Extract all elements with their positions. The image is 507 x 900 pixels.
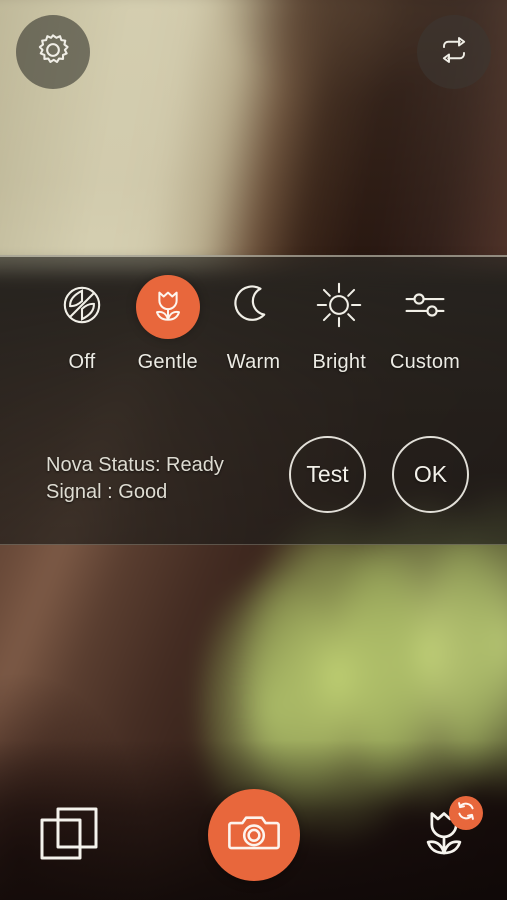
flash-mode-off[interactable]: Off bbox=[40, 275, 124, 374]
flash-mode-quick-button[interactable] bbox=[413, 796, 485, 868]
bottom-bar bbox=[0, 770, 507, 900]
gear-icon bbox=[34, 31, 72, 74]
flash-mode-off-icon-wrap bbox=[50, 275, 114, 339]
flash-mode-off-label: Off bbox=[68, 351, 96, 373]
tulip-icon bbox=[146, 283, 190, 332]
nova-status-line: Nova Status: Ready bbox=[46, 454, 224, 476]
device-status-text: Nova Status: Ready Signal : Good bbox=[46, 452, 224, 506]
flash-mode-warm-icon-wrap bbox=[222, 275, 286, 339]
sun-icon bbox=[313, 279, 365, 336]
flash-mode-custom-icon-wrap bbox=[393, 275, 457, 339]
flash-mode-gentle-label: Gentle bbox=[137, 351, 198, 373]
shutter-button[interactable] bbox=[207, 789, 300, 881]
flash-mode-warm-label: Warm bbox=[226, 351, 281, 373]
signal-status-line: Signal : Good bbox=[46, 481, 168, 503]
flash-mode-bright[interactable]: Bright bbox=[297, 275, 381, 374]
tulip-icon bbox=[413, 812, 475, 866]
moon-icon bbox=[229, 280, 279, 335]
refresh-icon bbox=[454, 799, 478, 828]
camera-app-screen: Off Gentle Warm Bright Custom Nova Statu… bbox=[0, 0, 507, 900]
flash-mode-gentle[interactable]: Gentle bbox=[126, 275, 210, 374]
flash-mode-custom[interactable]: Custom bbox=[383, 275, 467, 374]
top-bar bbox=[0, 0, 507, 104]
gallery-button[interactable] bbox=[38, 804, 100, 862]
settings-button[interactable] bbox=[16, 15, 90, 89]
flash-mode-bright-label: Bright bbox=[312, 351, 366, 373]
switch-camera-icon bbox=[434, 30, 474, 75]
flash-settings-panel: Off Gentle Warm Bright Custom Nova Statu… bbox=[0, 255, 507, 545]
flash-mode-gentle-icon-wrap bbox=[135, 275, 200, 339]
no-flash-icon bbox=[57, 280, 107, 335]
camera-icon bbox=[226, 805, 282, 866]
flash-mode-bright-icon-wrap bbox=[307, 275, 371, 339]
flash-refresh-badge[interactable] bbox=[449, 796, 483, 830]
photos-stack-icon bbox=[38, 807, 100, 866]
flash-mode-custom-label: Custom bbox=[389, 351, 461, 373]
test-button[interactable]: Test bbox=[289, 436, 366, 513]
switch-camera-button[interactable] bbox=[417, 15, 491, 89]
flash-mode-list: Off Gentle Warm Bright Custom bbox=[0, 275, 507, 374]
ok-button[interactable]: OK bbox=[392, 436, 469, 513]
status-action-row: Nova Status: Ready Signal : Good Test OK bbox=[0, 436, 507, 542]
sliders-icon bbox=[399, 279, 451, 336]
flash-mode-warm[interactable]: Warm bbox=[212, 275, 296, 374]
